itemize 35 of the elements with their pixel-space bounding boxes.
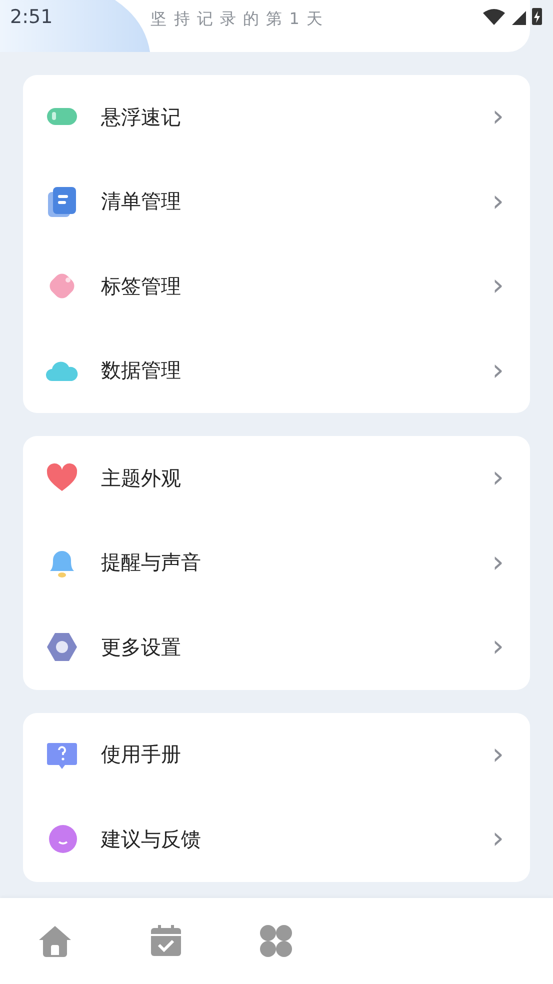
row-label: 悬浮速记 bbox=[101, 104, 182, 131]
row-label: 提醒与声音 bbox=[101, 549, 202, 576]
row-label: 建议与反馈 bbox=[101, 826, 202, 853]
chevron: › bbox=[492, 271, 504, 302]
note-icon bbox=[45, 184, 79, 219]
signal-icon bbox=[511, 9, 527, 25]
chevron: › bbox=[492, 632, 504, 662]
row-label: 使用手册 bbox=[101, 741, 182, 768]
chevron: › bbox=[492, 548, 504, 578]
settings-row[interactable]: 更多设置 › bbox=[23, 605, 530, 690]
settings-row[interactable]: 主题外观 › bbox=[23, 436, 530, 520]
settings-row[interactable]: 悬浮速记 › bbox=[23, 75, 530, 160]
chevron: › bbox=[492, 102, 504, 132]
chevron: › bbox=[492, 356, 504, 386]
settings-row[interactable]: 提醒与声音 › bbox=[23, 520, 530, 605]
settings-row[interactable]: 清单管理 › bbox=[23, 160, 530, 244]
settings-row[interactable]: 标签管理 › bbox=[23, 244, 530, 328]
settings-row[interactable]: 数据管理 › bbox=[23, 328, 530, 413]
chevron: › bbox=[492, 740, 504, 770]
settings-row[interactable]: 建议与反馈 › bbox=[23, 797, 530, 882]
row-label: 清单管理 bbox=[101, 188, 182, 216]
row-label: 标签管理 bbox=[101, 272, 182, 300]
chevron: › bbox=[492, 186, 504, 217]
row-label: 主题外观 bbox=[101, 464, 182, 492]
home-icon[interactable] bbox=[37, 923, 74, 959]
row-label: 数据管理 bbox=[101, 357, 182, 384]
chevron: › bbox=[492, 824, 504, 854]
chevron: › bbox=[492, 463, 504, 494]
settings-row[interactable]: 使用手册 › bbox=[23, 712, 530, 797]
streak-text: 坚 持 记 录 的 第 1 天 bbox=[150, 9, 324, 30]
row-label: 更多设置 bbox=[101, 634, 182, 661]
status-time: 2:51 bbox=[10, 6, 53, 28]
apps-icon[interactable] bbox=[258, 923, 294, 959]
wifi-icon bbox=[482, 9, 506, 25]
battery-icon bbox=[532, 7, 543, 25]
